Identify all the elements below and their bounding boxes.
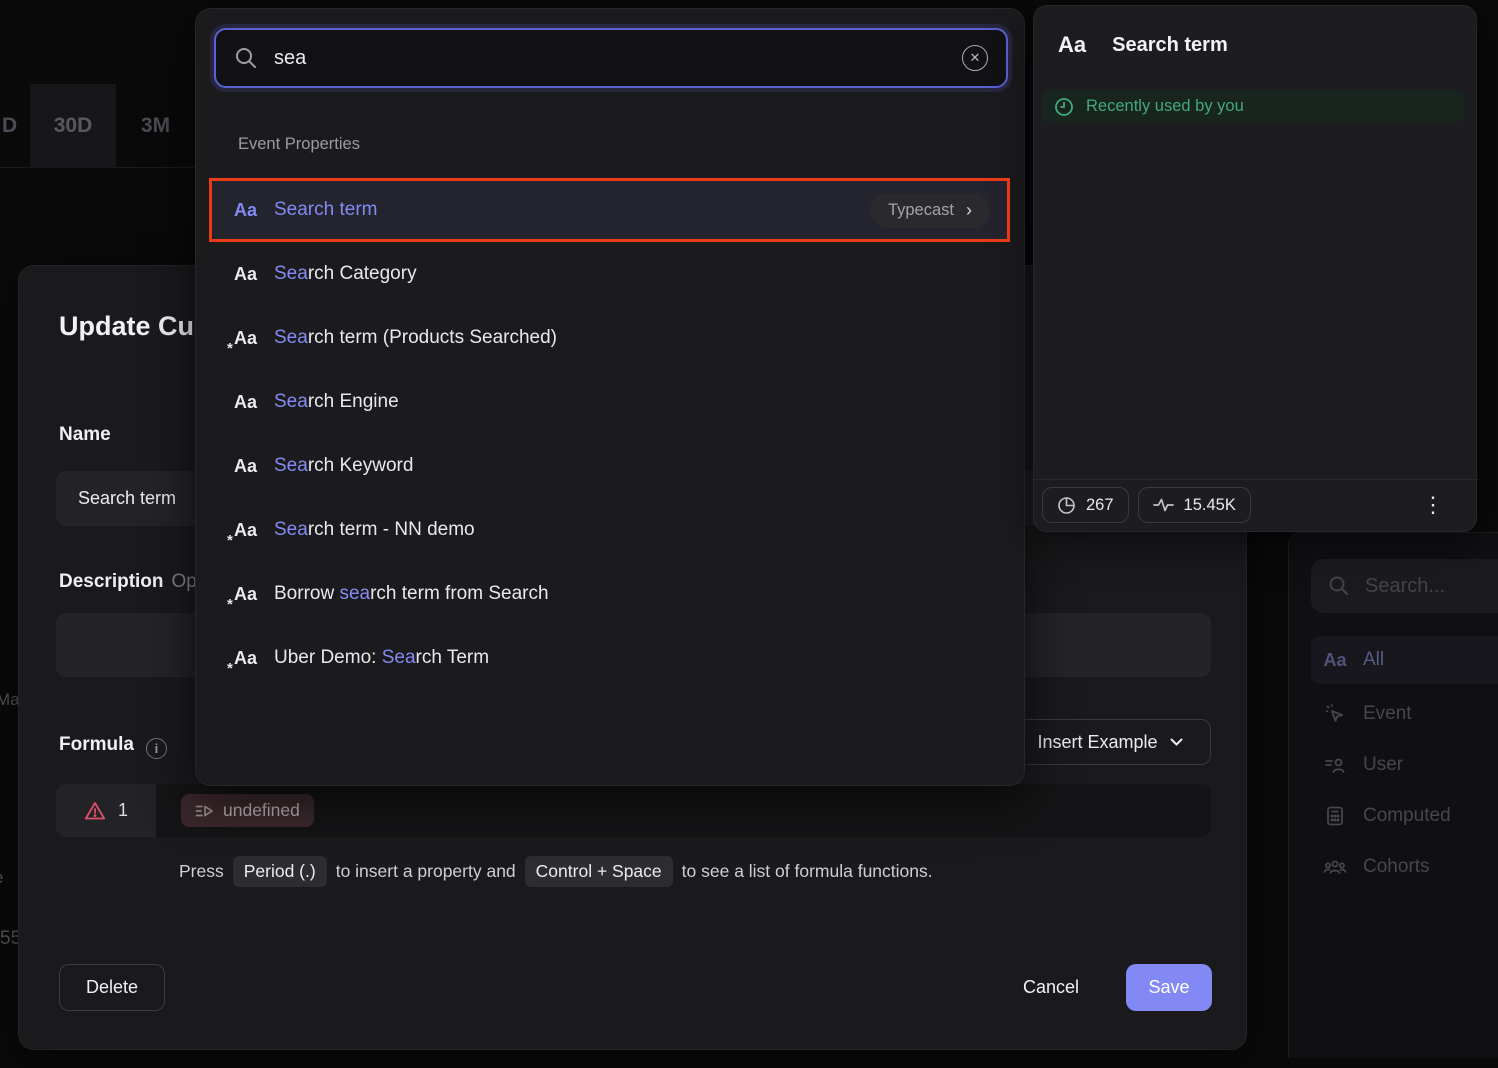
formula-error-gutter: 1	[56, 784, 156, 837]
sidebar-item-label: All	[1363, 649, 1384, 671]
formula-error-count: 1	[118, 800, 128, 821]
chevron-down-icon	[1170, 738, 1183, 746]
aa-icon: Aa	[234, 200, 274, 221]
chevron-right-icon: ›	[966, 201, 972, 219]
formula-hint: Press Period (.) to insert a property an…	[179, 856, 933, 887]
kbd-control-space: Control + Space	[525, 856, 673, 887]
kebab-menu-icon[interactable]: ⋮	[1422, 494, 1444, 516]
details-header: Aa Search term	[1058, 32, 1228, 58]
property-search-field: ✕	[214, 28, 1008, 88]
property-details-panel: Aa Search term Recently used by you 267 …	[1033, 5, 1477, 532]
aa-icon: Aa	[1323, 650, 1347, 671]
aa-icon: Aa*	[234, 648, 274, 669]
result-search-keyword[interactable]: Aa Search Keyword	[212, 434, 1010, 498]
property-search-dropdown: ✕ Event Properties Aa Search term Typeca…	[195, 8, 1025, 786]
sidebar-item-event[interactable]: Event	[1311, 690, 1498, 738]
aa-icon: Aa	[1058, 32, 1086, 58]
result-search-engine[interactable]: Aa Search Engine	[212, 370, 1010, 434]
result-search-term-products-searched[interactable]: Aa* Search term (Products Searched)	[212, 306, 1010, 370]
custom-property-star-icon: *	[227, 660, 233, 677]
event-icon	[1323, 703, 1347, 725]
sidebar-item-all[interactable]: Aa All	[1311, 636, 1498, 684]
sidebar-item-cohorts[interactable]: Cohorts	[1311, 843, 1498, 891]
cancel-button[interactable]: Cancel	[996, 964, 1106, 1011]
undefined-token[interactable]: undefined	[181, 794, 314, 827]
property-results-list: Aa Search term Typecast› Aa Search Categ…	[212, 178, 1010, 690]
kbd-period: Period (.)	[233, 856, 327, 887]
result-borrow-search-term[interactable]: Aa* Borrow search term from Search	[212, 562, 1010, 626]
insert-example-button[interactable]: Insert Example	[1009, 719, 1211, 765]
time-range-30d[interactable]: 30D	[30, 84, 116, 167]
formula-label: Formulai	[59, 734, 167, 759]
sidebar-item-label: Event	[1363, 703, 1412, 725]
save-button[interactable]: Save	[1126, 964, 1212, 1011]
result-search-term-nn-demo[interactable]: Aa* Search term - NN demo	[212, 498, 1010, 562]
chart-axis-fragment-letter: e	[0, 868, 3, 888]
search-icon	[1327, 575, 1351, 597]
time-range-bar: D 30D 3M	[0, 84, 195, 168]
name-label: Name	[59, 424, 111, 446]
cohorts-icon	[1323, 856, 1347, 878]
aa-icon: Aa*	[234, 584, 274, 605]
event-volume-pill[interactable]: 15.45K	[1138, 487, 1251, 523]
time-range-7d-fragment[interactable]: D	[0, 84, 30, 167]
clear-search-icon[interactable]: ✕	[962, 45, 988, 71]
pulse-icon	[1153, 497, 1174, 513]
sidebar-search-input[interactable]: Search...	[1311, 559, 1498, 613]
delete-button[interactable]: Delete	[59, 964, 165, 1011]
typecast-button[interactable]: Typecast›	[870, 193, 990, 228]
clock-icon	[1054, 97, 1074, 117]
aa-icon: Aa*	[234, 520, 274, 541]
custom-property-star-icon: *	[227, 340, 233, 357]
aa-icon: Aa	[234, 392, 274, 413]
app-screen: D 30D 3M May e 55 Search... Aa All Event…	[0, 0, 1498, 1068]
sidebar-item-label: Computed	[1363, 805, 1451, 827]
property-stats-row: 267 15.45K ⋮	[1042, 487, 1470, 523]
modal-title: Update Cu	[59, 311, 194, 342]
calculator-icon	[1323, 805, 1347, 827]
property-search-input[interactable]	[274, 47, 946, 70]
divider	[1034, 479, 1478, 480]
sidebar-search-placeholder: Search...	[1365, 575, 1445, 598]
unique-values-pill[interactable]: 267	[1042, 487, 1129, 523]
custom-property-star-icon: *	[227, 596, 233, 613]
sidebar-item-label: Cohorts	[1363, 856, 1430, 878]
property-title: Search term	[1112, 34, 1228, 57]
aa-icon: Aa	[234, 456, 274, 477]
formula-editor-row: 1 undefined	[56, 784, 1211, 837]
info-icon[interactable]: i	[146, 738, 167, 759]
recently-used-banner: Recently used by you	[1042, 90, 1464, 123]
property-type-sidebar: Search... Aa All Event User Computed	[1288, 532, 1498, 1058]
pie-chart-icon	[1057, 496, 1076, 515]
time-range-3m[interactable]: 3M	[116, 84, 195, 167]
aa-icon: Aa	[234, 264, 274, 285]
aa-icon: Aa*	[234, 328, 274, 349]
result-search-term[interactable]: Aa Search term Typecast›	[212, 178, 1010, 242]
warning-icon	[84, 801, 106, 821]
function-icon	[195, 803, 214, 819]
result-search-category[interactable]: Aa Search Category	[212, 242, 1010, 306]
custom-property-star-icon: *	[227, 532, 233, 549]
formula-editor[interactable]: undefined	[156, 784, 1211, 837]
user-icon	[1323, 754, 1347, 776]
section-label: Event Properties	[238, 135, 360, 154]
sidebar-item-computed[interactable]: Computed	[1311, 792, 1498, 840]
sidebar-item-user[interactable]: User	[1311, 741, 1498, 789]
result-uber-demo-search-term[interactable]: Aa* Uber Demo: Search Term	[212, 626, 1010, 690]
search-icon	[234, 46, 258, 70]
sidebar-item-label: User	[1363, 754, 1403, 776]
